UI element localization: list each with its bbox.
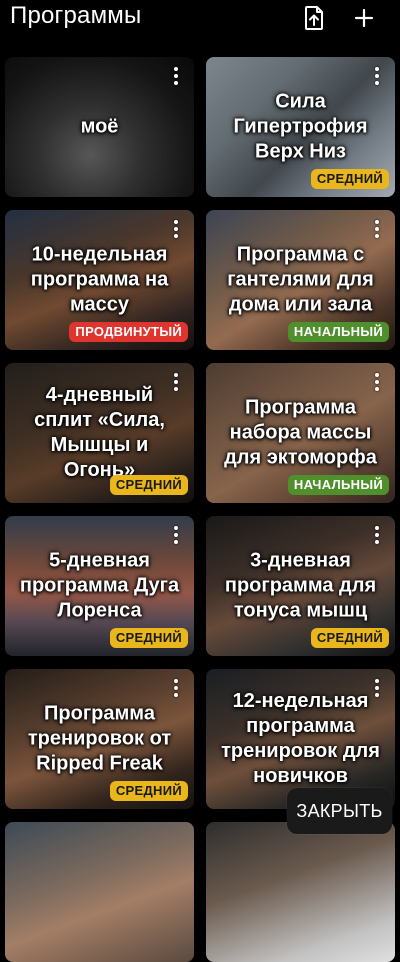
program-title: 5-дневная программа Дуга Лоренса: [19, 549, 180, 622]
program-title: Программа набора массы для эктоморфа: [224, 396, 377, 469]
more-options-icon[interactable]: [365, 369, 389, 395]
program-card[interactable]: [206, 822, 395, 962]
more-options-icon[interactable]: [164, 522, 188, 548]
level-badge: СРЕДНИЙ: [310, 169, 389, 189]
more-options-icon[interactable]: [164, 63, 188, 89]
program-card[interactable]: 4-дневный сплит «Сила, Мышцы и Огонь» СР…: [5, 363, 194, 503]
more-options-icon[interactable]: [164, 675, 188, 701]
program-grid: моё Сила Гипертрофия Верх Низ СРЕДНИЙ 10…: [0, 0, 400, 962]
program-image: [206, 822, 395, 962]
program-card[interactable]: Сила Гипертрофия Верх Низ СРЕДНИЙ: [206, 57, 395, 197]
program-card[interactable]: 10-недельная программа на массу ПРОДВИНУ…: [5, 210, 194, 350]
level-badge: СРЕДНИЙ: [310, 628, 389, 648]
program-card[interactable]: Программа тренировок от Ripped Freak СРЕ…: [5, 669, 194, 809]
program-title: 4-дневный сплит «Сила, Мышцы и Огонь»: [34, 384, 165, 481]
program-card[interactable]: моё: [5, 57, 194, 197]
close-button[interactable]: ЗАКРЫТЬ: [287, 788, 392, 834]
more-options-icon[interactable]: [164, 369, 188, 395]
level-badge: СРЕДНИЙ: [109, 475, 188, 495]
program-title: Программа тренировок от Ripped Freak: [27, 702, 172, 775]
level-badge: НАЧАЛЬНЫЙ: [287, 322, 389, 342]
level-badge: НАЧАЛЬНЫЙ: [287, 475, 389, 495]
more-options-icon[interactable]: [164, 216, 188, 242]
more-options-icon[interactable]: [365, 63, 389, 89]
level-badge: ПРОДВИНУТЫЙ: [69, 322, 188, 342]
more-options-icon[interactable]: [365, 216, 389, 242]
program-title: 12-недельная программа тренировок для но…: [221, 690, 380, 787]
program-card[interactable]: [5, 822, 194, 962]
program-card[interactable]: 5-дневная программа Дуга Лоренса СРЕДНИЙ: [5, 516, 194, 656]
program-title: Сила Гипертрофия Верх Низ: [233, 90, 368, 163]
more-options-icon[interactable]: [365, 522, 389, 548]
program-card[interactable]: Программа с гантелями для дома или зала …: [206, 210, 395, 350]
program-image: [5, 822, 194, 962]
more-options-icon[interactable]: [365, 675, 389, 701]
program-card[interactable]: 3-дневная программа для тонуса мышц СРЕД…: [206, 516, 395, 656]
level-badge: СРЕДНИЙ: [109, 628, 188, 648]
program-title: 3-дневная программа для тонуса мышц: [224, 549, 377, 622]
program-card[interactable]: Программа набора массы для эктоморфа НАЧ…: [206, 363, 395, 503]
program-title: 10-недельная программа на массу: [30, 243, 169, 316]
program-title: моё: [80, 115, 119, 138]
program-title: Программа с гантелями для дома или зала: [227, 243, 374, 316]
level-badge: СРЕДНИЙ: [109, 781, 188, 801]
